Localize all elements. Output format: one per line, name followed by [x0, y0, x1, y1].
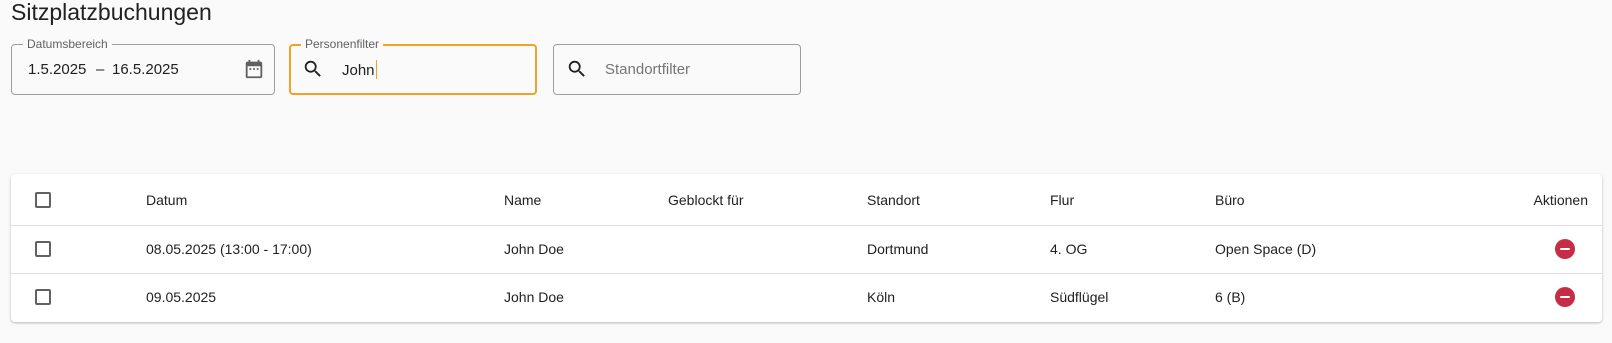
date-range-separator: – [96, 61, 105, 78]
column-header-datum[interactable]: Datum [146, 174, 187, 225]
table-row[interactable]: 08.05.2025 (13:00 - 17:00) John Doe Dort… [11, 225, 1602, 274]
page-title: Sitzplatzbuchungen [11, 0, 212, 25]
cell-datum: 09.05.2025 [146, 289, 217, 305]
column-header-standort[interactable]: Standort [867, 174, 920, 225]
cell-name: John Doe [504, 241, 564, 257]
search-icon [566, 58, 588, 80]
remove-circle-icon[interactable] [1555, 239, 1575, 259]
location-filter-input[interactable]: Standortfilter [605, 60, 690, 80]
cell-action [1555, 225, 1575, 273]
cell-name: John Doe [504, 289, 564, 305]
select-all-checkbox[interactable] [35, 191, 51, 208]
person-filter-label: Personenfilter [301, 37, 384, 51]
bookings-table: Datum Name Geblockt für Standort Flur Bü… [11, 174, 1602, 322]
row-checkbox[interactable] [35, 241, 51, 257]
person-filter-input[interactable]: John [342, 60, 377, 81]
column-header-aktionen: Aktionen [1533, 191, 1588, 208]
date-range-end[interactable]: 16.5.2025 [112, 60, 179, 80]
page: Sitzplatzbuchungen Datumsbereich 1.5.202… [0, 0, 1612, 343]
person-filter-field[interactable]: Personenfilter John [289, 37, 537, 95]
date-range-start[interactable]: 1.5.2025 [28, 60, 86, 80]
column-header-geblockt[interactable]: Geblockt für [668, 174, 743, 225]
date-range-field[interactable]: Datumsbereich 1.5.2025 – 16.5.2025 [11, 37, 275, 95]
row-select-cell [35, 273, 51, 321]
search-icon [302, 58, 324, 80]
cell-standort: Köln [867, 289, 896, 305]
cell-buero: Open Space (D) [1215, 241, 1317, 257]
date-range-label: Datumsbereich [23, 37, 112, 51]
text-caret [375, 60, 377, 79]
row-select-cell [35, 225, 51, 273]
table-row[interactable]: 09.05.2025 John Doe Köln Südflügel 6 (B) [11, 273, 1602, 321]
calendar-icon[interactable] [243, 58, 265, 80]
remove-circle-icon[interactable] [1555, 287, 1575, 307]
cell-datum: 08.05.2025 (13:00 - 17:00) [146, 241, 312, 257]
cell-flur: Südflügel [1050, 289, 1109, 305]
select-all-cell [35, 174, 51, 225]
cell-flur: 4. OG [1050, 241, 1088, 257]
cell-standort: Dortmund [867, 241, 929, 257]
row-checkbox[interactable] [35, 289, 51, 305]
cell-action [1555, 273, 1575, 321]
column-header-flur[interactable]: Flur [1050, 174, 1074, 225]
location-filter-field[interactable]: Standortfilter [553, 44, 801, 95]
column-header-buero[interactable]: Büro [1215, 174, 1245, 225]
table-header-row: Datum Name Geblockt für Standort Flur Bü… [11, 174, 1602, 226]
column-header-name[interactable]: Name [504, 174, 541, 225]
person-filter-value: John [342, 62, 375, 79]
cell-buero: 6 (B) [1215, 289, 1246, 305]
